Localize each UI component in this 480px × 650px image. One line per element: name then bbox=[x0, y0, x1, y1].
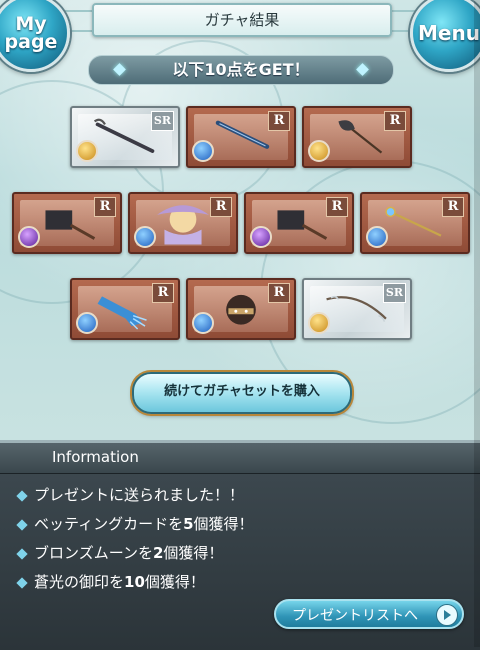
info-text: プレゼントに送られました！！ bbox=[34, 486, 245, 504]
diamond-icon bbox=[113, 63, 126, 76]
arrow-right-icon bbox=[436, 604, 458, 626]
info-text: 蒼光の御印を bbox=[34, 573, 125, 591]
info-item: ベッティングカードを5個獲得！ bbox=[16, 510, 254, 539]
result-card[interactable]: R bbox=[360, 192, 470, 254]
water-element-icon bbox=[366, 226, 388, 248]
buy-gacha-set-button[interactable]: 続けてガチャセットを購入 bbox=[132, 372, 352, 414]
menu-button[interactable]: Menu bbox=[410, 0, 480, 72]
info-text: 個獲得！ bbox=[144, 573, 205, 591]
info-text: ブロンズムーンを bbox=[34, 544, 153, 562]
result-card[interactable]: R bbox=[244, 192, 354, 254]
info-item: ブロンズムーンを2個獲得！ bbox=[16, 539, 254, 568]
information-title: Information bbox=[52, 448, 139, 466]
water-element-icon bbox=[192, 140, 214, 162]
information-list: プレゼントに送られました！！ ベッティングカードを5個獲得！ ブロンズムーンを2… bbox=[16, 481, 254, 597]
dark-element-icon bbox=[18, 226, 40, 248]
info-text: ベッティングカードを bbox=[34, 515, 184, 533]
rarity-badge: SR bbox=[150, 111, 174, 131]
gacha-result-stage: ガチャ結果 My page Menu 以下10点をGET！ SR R R R R R R R R… bbox=[0, 0, 480, 440]
light-element-icon bbox=[76, 140, 98, 162]
result-card[interactable]: R bbox=[186, 278, 296, 340]
water-element-icon bbox=[134, 226, 156, 248]
get-banner: 以下10点をGET！ bbox=[88, 55, 394, 85]
result-card[interactable]: R bbox=[70, 278, 180, 340]
present-list-button[interactable]: プレゼントリストへ bbox=[274, 599, 464, 629]
diamond-bullet-icon bbox=[16, 519, 28, 531]
info-item: プレゼントに送られました！！ bbox=[16, 481, 254, 510]
diamond-bullet-icon bbox=[16, 577, 28, 589]
diamond-icon bbox=[356, 63, 369, 76]
rarity-badge: R bbox=[268, 111, 290, 131]
rarity-badge: R bbox=[268, 283, 290, 303]
rarity-badge: R bbox=[384, 111, 406, 131]
result-card[interactable]: R bbox=[12, 192, 122, 254]
info-item: 蒼光の御印を10個獲得！ bbox=[16, 568, 254, 597]
diamond-bullet-icon bbox=[16, 490, 28, 502]
light-element-icon bbox=[308, 140, 330, 162]
information-panel: Information プレゼントに送られました！！ ベッティングカードを5個獲… bbox=[0, 440, 480, 650]
result-card[interactable]: SR bbox=[302, 278, 412, 340]
result-card[interactable]: R bbox=[186, 106, 296, 168]
rarity-badge: SR bbox=[382, 283, 406, 303]
rarity-badge: R bbox=[152, 283, 174, 303]
menu-label: Menu bbox=[418, 21, 480, 45]
dark-element-icon bbox=[250, 226, 272, 248]
present-list-label: プレゼントリストへ bbox=[292, 608, 418, 624]
scrollbar[interactable] bbox=[474, 0, 480, 647]
mypage-button[interactable]: My page bbox=[0, 0, 70, 72]
rarity-badge: R bbox=[210, 197, 232, 217]
info-count: 10 bbox=[124, 573, 145, 591]
info-count: 2 bbox=[152, 544, 164, 562]
information-header: Information bbox=[0, 443, 480, 474]
rarity-badge: R bbox=[326, 197, 348, 217]
rarity-badge: R bbox=[442, 197, 464, 217]
result-card[interactable]: SR bbox=[70, 106, 180, 168]
light-element-icon bbox=[308, 312, 330, 334]
diamond-bullet-icon bbox=[16, 548, 28, 560]
info-text: 個獲得！ bbox=[163, 544, 224, 562]
get-banner-text: 以下10点をGET！ bbox=[172, 60, 310, 79]
page-title: ガチャ結果 bbox=[92, 3, 392, 37]
rarity-badge: R bbox=[94, 197, 116, 217]
info-count: 5 bbox=[183, 515, 194, 533]
result-card[interactable]: R bbox=[302, 106, 412, 168]
result-card[interactable]: R bbox=[128, 192, 238, 254]
info-text: 個獲得！ bbox=[193, 515, 254, 533]
mypage-label: My page bbox=[4, 13, 58, 53]
water-element-icon bbox=[76, 312, 98, 334]
water-element-icon bbox=[192, 312, 214, 334]
